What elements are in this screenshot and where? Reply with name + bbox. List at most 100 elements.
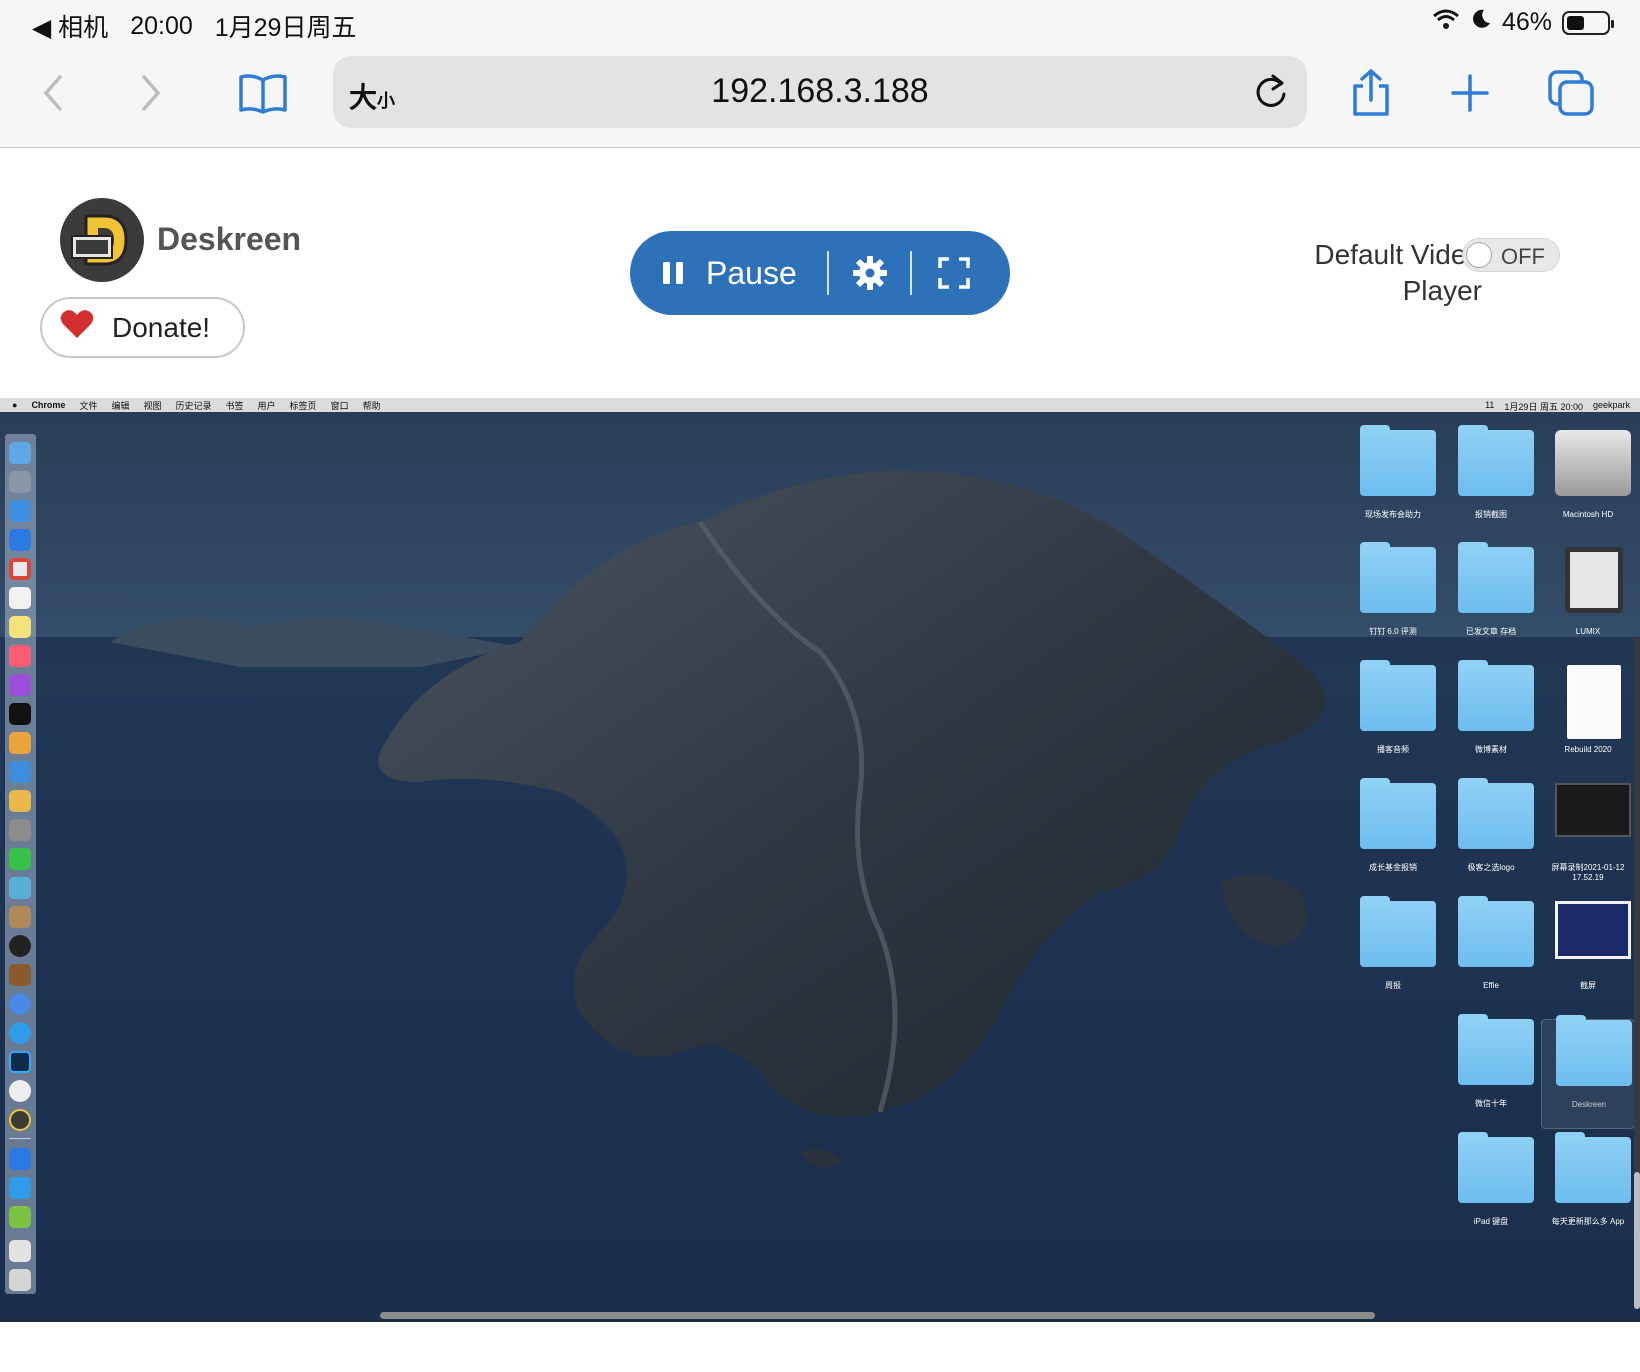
apple-icon: ● [12,400,18,410]
keynote-icon[interactable] [9,761,31,783]
horizontal-scrollbar[interactable] [380,1312,1375,1319]
toggle-state-label: OFF [1501,244,1545,269]
menubar-item: 帮助 [362,400,381,411]
fullscreen-icon[interactable] [938,257,970,294]
folder-icon [1458,1132,1534,1203]
donate-button[interactable]: Donate! [40,297,245,358]
desktop-folder[interactable]: iPad 键盘 [1444,1132,1538,1247]
desktop-video-file[interactable]: 屏幕录制2021-01-12 17.52.19 [1541,783,1635,893]
bookmarks-book-icon[interactable] [236,66,290,120]
system-preferences-icon[interactable] [9,819,31,841]
qq-music-icon[interactable] [9,1080,31,1102]
tabs-overview-icon[interactable] [1544,66,1598,120]
mac-menu-bar: ● Chrome 文件 编辑 视图 历史记录 书签 用户 标签页 窗口 帮助 1… [0,398,1640,412]
desktop-folder[interactable]: 微信十年 [1444,1014,1538,1129]
do-not-disturb-moon-icon [1470,8,1492,37]
photoshop-icon[interactable] [9,1051,31,1073]
screenshot-thumbnail-icon [1555,901,1631,959]
archive-utility-icon[interactable] [9,906,31,928]
desktop-folder[interactable]: 每天更新那么多 App [1541,1132,1635,1247]
desktop-folder[interactable]: 极客之选logo [1444,778,1538,893]
desktop-folder[interactable]: 现场发布会助力 [1346,425,1440,540]
desktop-document[interactable]: Rebuild 2020 [1541,665,1635,775]
pause-button[interactable]: Pause [706,255,797,292]
desktop-folder[interactable]: 微博素材 [1444,660,1538,775]
menubar-app-name: Chrome [31,400,66,410]
notes-icon[interactable] [9,616,31,638]
desktop-folder[interactable]: 已发文章 存档 [1444,542,1538,657]
apple-tv-icon[interactable] [9,703,31,725]
dock-divider [9,1138,31,1139]
heart-icon [60,309,94,346]
folder-icon [1360,425,1436,496]
forward-chevron-icon[interactable] [124,66,178,120]
folder-icon [1458,896,1534,967]
divider [827,251,829,295]
hard-drive-icon [1555,430,1631,496]
url-text[interactable]: 192.168.3.188 [333,72,1307,111]
reload-icon[interactable] [1253,72,1289,115]
desktop-folder[interactable]: 周报 [1346,896,1440,1011]
finder-icon[interactable] [9,442,31,464]
address-bar[interactable]: 大小 192.168.3.188 [333,56,1307,128]
share-icon[interactable] [1344,66,1398,120]
qq-icon[interactable] [9,935,31,957]
mac-dock [5,434,36,1294]
document-icon [1567,665,1621,739]
back-to-app-link[interactable]: ◀ 相机 [32,8,108,44]
paper-plane-icon[interactable] [9,1177,31,1199]
pages-icon[interactable] [9,790,31,812]
folder-icon [1458,1014,1534,1085]
menubar-item: 历史记录 [175,400,212,411]
settings-gear-icon[interactable] [852,255,888,296]
mail-client-icon[interactable] [9,993,31,1015]
folder-icon [1556,1015,1632,1086]
telegram-icon[interactable] [9,1022,31,1044]
shared-screen-video[interactable]: ● Chrome 文件 编辑 视图 历史记录 书签 用户 标签页 窗口 帮助 1… [0,398,1640,1322]
folder-icon [1458,778,1534,849]
wifi-icon [1432,8,1460,37]
music-icon[interactable] [9,645,31,667]
menubar-item: 标签页 [289,400,317,411]
maps-icon[interactable] [9,877,31,899]
ios-status-bar: ◀ 相机 20:00 1月29日周五 46% [0,0,1640,48]
page-bottom [0,1322,1640,1372]
vertical-scrollbar-thumb[interactable] [1634,1172,1640,1309]
vertical-scrollbar[interactable] [1634,637,1640,1309]
desktop-sd-card[interactable]: LUMIX [1541,547,1635,657]
deskreen-header: Deskreen Donate! Pause Default Video Pla… [0,149,1640,398]
back-chevron-icon[interactable] [26,66,80,120]
app-store-icon[interactable] [9,529,31,551]
desktop-folder-selected[interactable]: Deskreen [1541,1015,1635,1129]
deskreen-app-icon[interactable] [9,1109,31,1131]
new-tab-plus-icon[interactable] [1443,66,1497,120]
downloads-icon[interactable] [9,1240,31,1262]
default-video-player-toggle[interactable]: OFF [1462,238,1560,272]
desktop-folder[interactable]: 报销截图 [1444,425,1538,540]
textedit-icon[interactable] [9,587,31,609]
menubar-item: 视图 [143,400,162,411]
launchpad-icon[interactable] [9,471,31,493]
android-icon[interactable] [9,1206,31,1228]
xcode-icon[interactable] [9,1148,31,1170]
numbers-icon[interactable] [9,732,31,754]
default-video-player-label: Default Video Player [1314,239,1482,306]
desktop-image-file[interactable]: 截屏 [1541,901,1635,1011]
package-icon[interactable] [9,964,31,986]
menubar-item: 书签 [225,400,244,411]
desktop-drive[interactable]: Macintosh HD [1541,430,1635,540]
trash-icon[interactable] [9,1269,31,1291]
battery-percent: 46% [1501,8,1552,36]
status-date: 1月29日周五 [214,14,357,42]
desktop-folder[interactable]: 钉钉 6.0 评测 [1346,542,1440,657]
desktop-folder[interactable]: 成长基金报销 [1346,778,1440,893]
folder-icon [1458,425,1534,496]
safari-icon[interactable] [9,500,31,522]
folder-icon [1458,660,1534,731]
pause-icon[interactable] [662,261,684,290]
desktop-folder[interactable]: 播客音频 [1346,660,1440,775]
wechat-icon[interactable] [9,848,31,870]
desktop-folder[interactable]: Effie [1444,896,1538,1011]
podcasts-icon[interactable] [9,674,31,696]
chrome-icon[interactable] [9,558,31,580]
